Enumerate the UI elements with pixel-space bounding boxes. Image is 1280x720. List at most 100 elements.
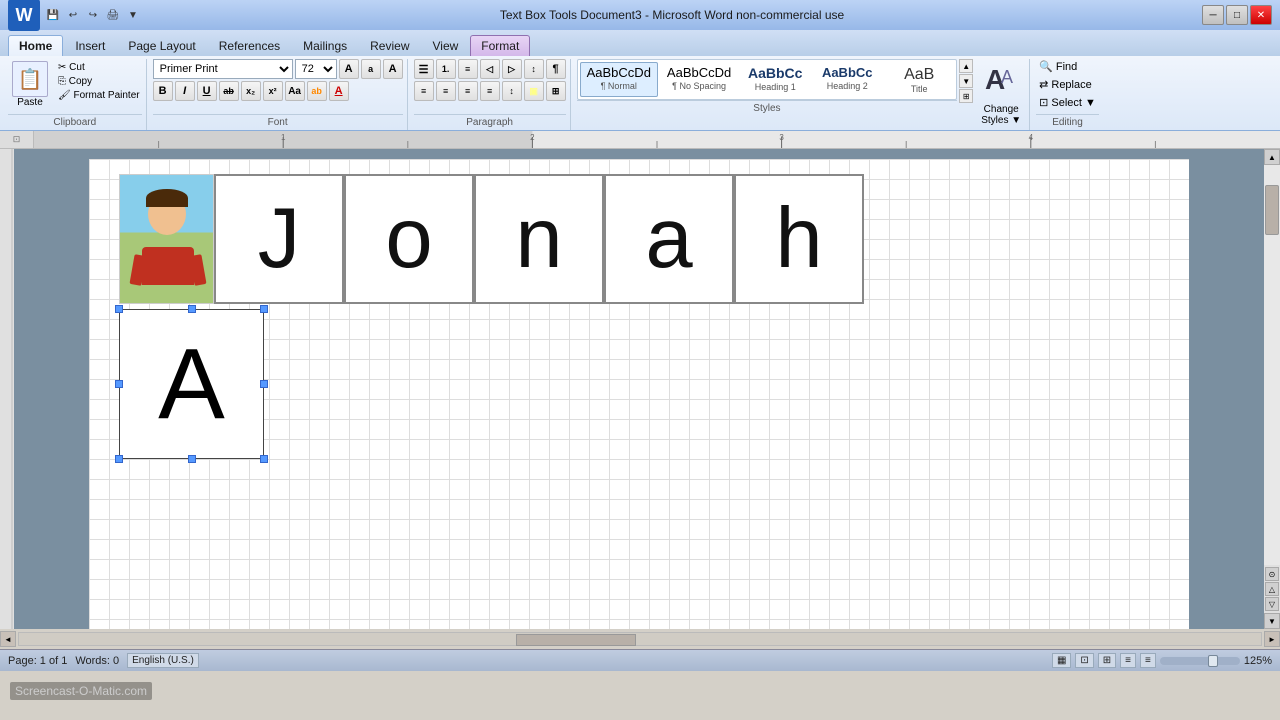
main-area: J o n a h A	[0, 149, 1280, 629]
style-no-spacing[interactable]: AaBbCcDd ¶ No Spacing	[660, 62, 738, 97]
scroll-extra-3[interactable]: ▽	[1265, 597, 1279, 611]
numbering-button[interactable]: 1.	[436, 59, 456, 79]
maximize-button[interactable]: □	[1226, 5, 1248, 25]
print-layout-button[interactable]: ▦	[1052, 653, 1071, 668]
shading-button[interactable]: ▣	[524, 81, 544, 101]
style-heading1-label: Heading 1	[755, 82, 796, 92]
full-screen-button[interactable]: ⊡	[1075, 653, 1093, 668]
scroll-down-button[interactable]: ▼	[1264, 613, 1280, 629]
hscroll-left-button[interactable]: ◄	[0, 631, 16, 647]
tab-insert[interactable]: Insert	[64, 35, 116, 56]
letter-card-h: h	[734, 174, 864, 304]
strikethrough-button[interactable]: ab	[219, 81, 239, 101]
scroll-extra-1[interactable]: ⊙	[1265, 567, 1279, 581]
highlight-button[interactable]: ab	[307, 81, 327, 101]
selected-letter-box[interactable]: A	[119, 309, 264, 459]
paste-button[interactable]: 📋 Paste	[8, 59, 52, 110]
underline-button[interactable]: U	[197, 81, 217, 101]
tab-page-layout[interactable]: Page Layout	[117, 35, 206, 56]
change-styles-button[interactable]: A A ChangeStyles ▼	[977, 59, 1025, 128]
draft-button[interactable]: ≡	[1140, 653, 1156, 668]
scroll-extra-2[interactable]: △	[1265, 582, 1279, 596]
outline-button[interactable]: ≡	[1120, 653, 1136, 668]
line-spacing-button[interactable]: ↕	[502, 81, 522, 101]
editing-group-label: Editing	[1036, 114, 1099, 128]
tab-mailings[interactable]: Mailings	[292, 35, 358, 56]
zoom-slider[interactable]	[1160, 657, 1240, 665]
language-button[interactable]: English (U.S.)	[127, 653, 199, 668]
clear-format-button[interactable]: A	[383, 59, 403, 79]
styles-scroll-down[interactable]: ▼	[959, 74, 973, 88]
tab-references[interactable]: References	[208, 35, 291, 56]
handle-bottom-center[interactable]	[188, 455, 196, 463]
styles-expand[interactable]: ⊞	[959, 89, 973, 103]
handle-top-center[interactable]	[188, 305, 196, 313]
select-button[interactable]: ⊡ Select ▼	[1036, 95, 1099, 110]
redo-button[interactable]: ↪	[84, 6, 102, 24]
align-center-button[interactable]: ≡	[436, 81, 456, 101]
ruler-corner[interactable]: ⊡	[0, 131, 34, 149]
change-case-button[interactable]: Aa	[285, 81, 305, 101]
show-hide-button[interactable]: ¶	[546, 59, 566, 79]
style-heading1[interactable]: AaBbCc Heading 1	[740, 62, 810, 97]
minimize-button[interactable]: ─	[1202, 5, 1224, 25]
paragraph-row1: ☰ 1. ≡ ◁ ▷ ↕ ¶	[414, 59, 566, 79]
handle-top-right[interactable]	[260, 305, 268, 313]
tab-home[interactable]: Home	[8, 35, 63, 56]
justify-button[interactable]: ≡	[480, 81, 500, 101]
handle-bottom-right[interactable]	[260, 455, 268, 463]
indent-button[interactable]: ▷	[502, 59, 522, 79]
grow-font-button[interactable]: A	[339, 59, 359, 79]
shrink-font-button[interactable]: a	[361, 59, 381, 79]
more-quick-access[interactable]: ▼	[124, 6, 142, 24]
superscript-button[interactable]: x²	[263, 81, 283, 101]
font-color-button[interactable]: A	[329, 81, 349, 101]
cut-button[interactable]: ✂ Cut	[56, 61, 142, 74]
handle-mid-left[interactable]	[115, 380, 123, 388]
close-button[interactable]: ✕	[1250, 5, 1272, 25]
print-button[interactable]: 🖨	[104, 6, 122, 24]
style-normal[interactable]: AaBbCcDd ¶ Normal	[580, 62, 658, 97]
font-group-label: Font	[153, 114, 403, 128]
bold-button[interactable]: B	[153, 81, 173, 101]
child-photo	[120, 175, 213, 303]
find-button[interactable]: 🔍 Find	[1036, 59, 1080, 74]
document-canvas[interactable]: J o n a h A	[14, 149, 1264, 629]
sort-button[interactable]: ↕	[524, 59, 544, 79]
align-left-button[interactable]: ≡	[414, 81, 434, 101]
style-title-preview: AaB	[904, 65, 934, 84]
handle-bottom-left[interactable]	[115, 455, 123, 463]
font-size-dropdown[interactable]: 72	[295, 59, 337, 79]
italic-button[interactable]: I	[175, 81, 195, 101]
tab-review[interactable]: Review	[359, 35, 420, 56]
handle-top-left[interactable]	[115, 305, 123, 313]
subscript-button[interactable]: x₂	[241, 81, 261, 101]
selected-letter: A	[158, 327, 225, 442]
tab-view[interactable]: View	[422, 35, 470, 56]
copy-button[interactable]: ⎘ Copy	[56, 75, 142, 88]
replace-button[interactable]: ⇄ Replace	[1036, 77, 1095, 92]
outdent-button[interactable]: ◁	[480, 59, 500, 79]
hscroll-right-button[interactable]: ►	[1264, 631, 1280, 647]
web-layout-button[interactable]: ⊞	[1098, 653, 1116, 668]
bullets-button[interactable]: ☰	[414, 59, 434, 79]
format-painter-button[interactable]: 🖌 Format Painter	[56, 89, 142, 102]
font-name-dropdown[interactable]: Primer Print	[153, 59, 293, 79]
ruler-body: 1 2 3 4	[34, 131, 1280, 148]
borders-button[interactable]: ⊞	[546, 81, 566, 101]
scroll-up-button[interactable]: ▲	[1264, 149, 1280, 165]
style-heading2[interactable]: AaBbCc Heading 2	[812, 62, 882, 97]
undo-button[interactable]: ↩	[64, 6, 82, 24]
handle-mid-right[interactable]	[260, 380, 268, 388]
styles-gallery: AaBbCcDd ¶ Normal AaBbCcDd ¶ No Spacing …	[577, 59, 958, 100]
styles-scroll-up[interactable]: ▲	[959, 59, 973, 73]
scroll-thumb[interactable]	[1265, 185, 1279, 235]
window-controls: ─ □ ✕	[1202, 5, 1272, 25]
save-button[interactable]: 💾	[44, 6, 62, 24]
zoom-thumb[interactable]	[1208, 655, 1218, 667]
tab-format[interactable]: Format	[470, 35, 530, 56]
multilevel-button[interactable]: ≡	[458, 59, 478, 79]
style-title[interactable]: AaB Title	[884, 62, 954, 97]
align-right-button[interactable]: ≡	[458, 81, 478, 101]
hscroll-thumb[interactable]	[516, 634, 636, 646]
